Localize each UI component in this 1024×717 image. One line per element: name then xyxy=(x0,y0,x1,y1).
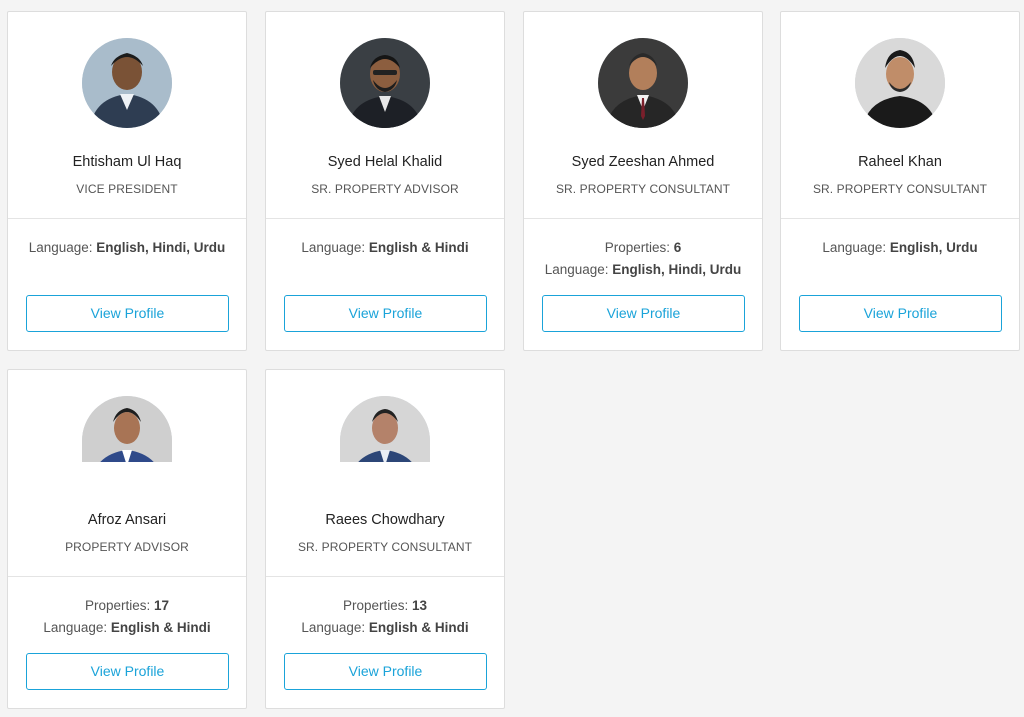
agent-title: VICE PRESIDENT xyxy=(76,182,178,196)
agent-photo xyxy=(855,38,945,128)
agent-card-header: Ehtisham Ul Haq VICE PRESIDENT xyxy=(8,12,246,218)
language-line: Language: English, Hindi, Urdu xyxy=(524,261,762,283)
properties-line: Properties: 6 xyxy=(524,239,762,261)
agent-info: Language: English, Hindi, Urdu xyxy=(8,239,246,261)
view-profile-button[interactable]: View Profile xyxy=(26,295,229,332)
agent-photo xyxy=(82,396,172,462)
agent-photo xyxy=(598,38,688,128)
properties-label: Properties: xyxy=(84,598,154,613)
card-divider xyxy=(524,218,762,219)
agent-photo xyxy=(340,38,430,128)
agent-name: Afroz Ansari xyxy=(87,512,167,528)
language-line: Language: English & Hindi xyxy=(266,619,504,641)
language-label: Language: xyxy=(28,240,97,255)
view-profile-button[interactable]: View Profile xyxy=(284,295,487,332)
properties-line: Properties: 13 xyxy=(266,597,504,619)
agent-info: Properties: 13 Language: English & Hindi xyxy=(266,597,504,641)
agent-card: Raees Chowdhary SR. PROPERTY CONSULTANT … xyxy=(265,369,505,709)
language-value: English, Hindi, Urdu xyxy=(96,240,226,255)
agent-info: Language: English, Urdu xyxy=(781,239,1019,261)
agent-name: Raees Chowdhary xyxy=(325,512,445,528)
language-line: Language: English & Hindi xyxy=(266,239,504,261)
agent-info: Properties: 6 Language: English, Hindi, … xyxy=(524,239,762,283)
properties-value: 17 xyxy=(154,598,170,613)
agent-card-header: Afroz Ansari PROPERTY ADVISOR xyxy=(8,370,246,576)
language-label: Language: xyxy=(822,240,890,255)
agent-title: SR. PROPERTY CONSULTANT xyxy=(297,540,473,554)
language-label: Language: xyxy=(43,620,111,635)
agent-info: Properties: 17 Language: English & Hindi xyxy=(8,597,246,641)
properties-value: 13 xyxy=(412,598,428,613)
agent-card: Raheel Khan SR. PROPERTY CONSULTANT Lang… xyxy=(780,11,1020,351)
agent-title: PROPERTY ADVISOR xyxy=(65,540,189,554)
agent-card-header: Syed Helal Khalid SR. PROPERTY ADVISOR xyxy=(266,12,504,218)
properties-value: 6 xyxy=(673,240,682,255)
language-label: Language: xyxy=(544,262,613,277)
agent-info: Language: English & Hindi xyxy=(266,239,504,261)
agent-card-header: Raheel Khan SR. PROPERTY CONSULTANT xyxy=(781,12,1019,218)
language-line: Language: English & Hindi xyxy=(8,619,246,641)
properties-label: Properties: xyxy=(604,240,674,255)
view-profile-button[interactable]: View Profile xyxy=(799,295,1002,332)
agent-name: Syed Zeeshan Ahmed xyxy=(571,154,715,170)
language-value: English, Urdu xyxy=(889,240,978,255)
language-line: Language: English, Urdu xyxy=(781,239,1019,261)
language-value: English & Hindi xyxy=(368,620,469,635)
language-label: Language: xyxy=(301,620,369,635)
view-profile-button[interactable]: View Profile xyxy=(26,653,229,690)
view-profile-button[interactable]: View Profile xyxy=(542,295,745,332)
language-value: English & Hindi xyxy=(368,240,469,255)
view-profile-button[interactable]: View Profile xyxy=(284,653,487,690)
language-value: English, Hindi, Urdu xyxy=(612,262,742,277)
agent-card: Syed Helal Khalid SR. PROPERTY ADVISOR L… xyxy=(265,11,505,351)
agent-name: Ehtisham Ul Haq xyxy=(72,154,182,170)
agent-card-header: Raees Chowdhary SR. PROPERTY CONSULTANT xyxy=(266,370,504,576)
agent-card: Afroz Ansari PROPERTY ADVISOR Properties… xyxy=(7,369,247,709)
agent-photo xyxy=(340,396,430,462)
agent-title: SR. PROPERTY ADVISOR xyxy=(311,182,459,196)
agent-name: Raheel Khan xyxy=(858,154,942,170)
card-divider xyxy=(8,576,246,577)
agent-card-header: Syed Zeeshan Ahmed SR. PROPERTY CONSULTA… xyxy=(524,12,762,218)
agent-card: Ehtisham Ul Haq VICE PRESIDENT Language:… xyxy=(7,11,247,351)
card-divider xyxy=(8,218,246,219)
language-line: Language: English, Hindi, Urdu xyxy=(8,239,246,261)
agent-card: Syed Zeeshan Ahmed SR. PROPERTY CONSULTA… xyxy=(523,11,763,351)
language-value: English & Hindi xyxy=(110,620,211,635)
properties-label: Properties: xyxy=(342,598,412,613)
card-divider xyxy=(266,218,504,219)
card-divider xyxy=(266,576,504,577)
agent-photo xyxy=(82,38,172,128)
agent-name: Syed Helal Khalid xyxy=(327,154,443,170)
language-label: Language: xyxy=(301,240,369,255)
properties-line: Properties: 17 xyxy=(8,597,246,619)
agent-title: SR. PROPERTY CONSULTANT xyxy=(555,182,731,196)
card-divider xyxy=(781,218,1019,219)
agent-title: SR. PROPERTY CONSULTANT xyxy=(812,182,988,196)
